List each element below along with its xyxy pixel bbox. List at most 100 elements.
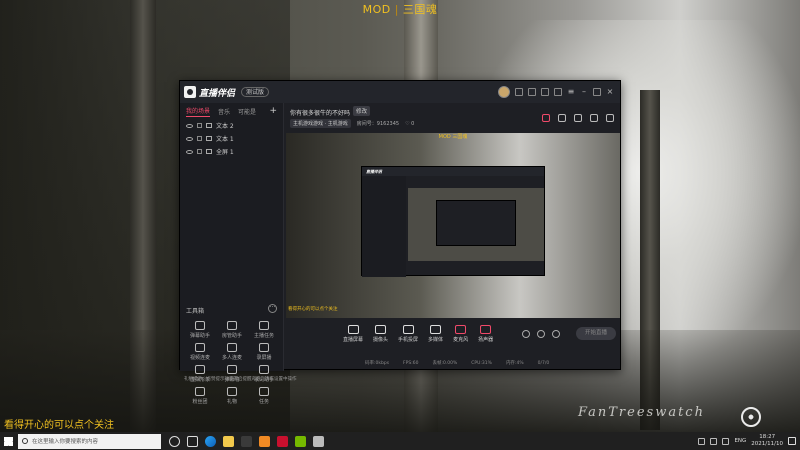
layer-item[interactable]: 文本 2: [180, 119, 283, 132]
app-icon[interactable]: [313, 435, 324, 447]
record-icon[interactable]: [522, 330, 530, 338]
control-label: 摄像头: [373, 337, 389, 343]
message-icon[interactable]: [515, 88, 523, 96]
add-source-button[interactable]: +: [269, 106, 277, 116]
tool-item[interactable]: 任务: [248, 387, 280, 405]
tool-item[interactable]: 房管助手: [216, 321, 248, 339]
status-counts: 0/7/0: [537, 360, 550, 366]
text-layer-icon: [206, 123, 212, 128]
mod-banner: MOD | 三国魂: [0, 1, 800, 17]
system-tray: ENG 18:27 2021/11/10: [698, 434, 796, 448]
link-icon[interactable]: [574, 114, 582, 122]
tool-item[interactable]: 视频连麦: [184, 343, 216, 361]
clock[interactable]: 18:27 2021/11/10: [751, 434, 783, 448]
audio-settings-icon[interactable]: [537, 330, 545, 338]
tab-third[interactable]: 可能是: [238, 107, 256, 116]
taskbar-search[interactable]: 在这里输入你要搜索的内容: [18, 433, 161, 449]
clock-time: 18:27: [759, 434, 776, 440]
edit-title-button[interactable]: 修改: [353, 106, 371, 116]
task-view-icon[interactable]: [187, 435, 198, 447]
taskbar: 在这里输入你要搜索的内容 ENG 18:27 2021/11/10: [0, 432, 800, 450]
close-icon[interactable]: ×: [606, 88, 614, 96]
version-badge[interactable]: 测试版: [241, 87, 270, 97]
toolbox-title: 工具箱: [186, 308, 205, 315]
notification-center-icon[interactable]: [788, 437, 796, 445]
tab-music[interactable]: 音乐: [218, 107, 230, 116]
titlebar-actions: ≡ – ×: [498, 86, 614, 98]
screen-capture-button[interactable]: 直播屏幕: [343, 325, 363, 343]
tool-item[interactable]: 弹幕助手: [184, 321, 216, 339]
microphone-button[interactable]: 麦克风: [453, 325, 468, 343]
layer-label: 文本 2: [216, 123, 234, 130]
chevron-up-icon[interactable]: [698, 437, 706, 445]
eye-icon[interactable]: [186, 149, 193, 154]
likes: ♡ 0: [405, 120, 415, 127]
tool-item[interactable]: 礼物: [216, 387, 248, 405]
menu-icon[interactable]: ≡: [567, 88, 575, 96]
lock-icon[interactable]: [197, 149, 202, 154]
nested-app-capture: 直播伴侣: [361, 166, 545, 277]
overlay-subtitle: 看得开心的可以点个关注: [4, 420, 114, 431]
tool-label: 视频连麦: [189, 355, 210, 361]
minimize-icon[interactable]: –: [580, 88, 588, 96]
status-bitrate: 码率:0kbps: [365, 361, 390, 366]
streaming-app-icon[interactable]: [259, 435, 270, 447]
lock-icon[interactable]: [558, 114, 566, 122]
edge-icon[interactable]: [205, 435, 216, 447]
layer-item[interactable]: 全屏 1: [180, 145, 283, 158]
source-control-bar: 直播屏幕 摄像头 手机投屏 多媒体 麦克风 扬声器: [285, 318, 622, 350]
fans-icon: [195, 387, 205, 396]
notification-icon[interactable]: [542, 114, 550, 122]
lock-icon[interactable]: [197, 136, 202, 141]
share-icon[interactable]: [606, 114, 614, 122]
start-live-button[interactable]: 开始直播: [576, 327, 616, 340]
tool-item[interactable]: 粉丝团: [184, 387, 216, 405]
windows-logo-icon: [3, 436, 13, 446]
store-icon[interactable]: [241, 435, 252, 447]
lock-icon[interactable]: [197, 123, 202, 128]
eye-icon[interactable]: [186, 136, 193, 141]
stream-preview[interactable]: MOD 三国魂 直播伴侣 看得开心的可以点个关注: [286, 133, 620, 318]
desktop-flower-icon[interactable]: [741, 407, 761, 427]
media-button[interactable]: 多媒体: [428, 325, 443, 343]
phone-cast-button[interactable]: 手机投屏: [398, 325, 418, 343]
user-avatar[interactable]: [498, 86, 510, 98]
camera-button[interactable]: 摄像头: [373, 325, 388, 343]
tool-item[interactable]: 多人连麦: [216, 343, 248, 361]
maximize-icon[interactable]: [593, 88, 601, 96]
status-cpu: CPU:31%: [471, 360, 492, 366]
category-tag[interactable]: 主机游戏游戏 · 主机游戏: [290, 119, 351, 128]
status-dropped: 丢帧:0.00%: [432, 361, 458, 366]
cortana-icon[interactable]: [169, 435, 180, 447]
speaker-button[interactable]: 扬声器: [478, 325, 493, 343]
search-placeholder: 在这里输入你要搜索的内容: [32, 439, 99, 445]
tool-item[interactable]: 主播任务: [248, 321, 280, 339]
play-icon: [430, 325, 442, 334]
start-button[interactable]: [0, 432, 16, 450]
layer-item[interactable]: 文本 1: [180, 132, 283, 145]
file-explorer-icon[interactable]: [223, 435, 234, 447]
settings-icon[interactable]: [541, 88, 549, 96]
tool-label: 弹幕助手: [189, 333, 210, 339]
overlay-signature: FanTreeswatch: [578, 405, 705, 420]
volume-icon[interactable]: [722, 437, 730, 445]
mod-banner-left: MOD: [362, 3, 391, 16]
skin-icon[interactable]: [554, 88, 562, 96]
lyrics-icon: [259, 365, 269, 374]
gear-icon[interactable]: [552, 330, 560, 338]
banner-separator: |: [394, 3, 399, 16]
bell-icon[interactable]: [590, 114, 598, 122]
nvidia-icon[interactable]: [295, 435, 306, 447]
tool-item[interactable]: 录屏播: [248, 343, 280, 361]
network-icon[interactable]: [710, 437, 718, 445]
nested-preview: [408, 188, 544, 261]
gift-icon[interactable]: [528, 88, 536, 96]
tab-my-scenes[interactable]: 我的场景: [186, 106, 211, 117]
input-language[interactable]: ENG: [734, 438, 746, 444]
tool-label: 礼物: [226, 399, 237, 405]
more-icon[interactable]: ···: [268, 304, 277, 313]
eye-icon[interactable]: [186, 123, 193, 128]
extra-controls: [522, 330, 560, 338]
tool-label: 粉丝团: [192, 399, 208, 405]
game-icon[interactable]: [277, 435, 288, 447]
